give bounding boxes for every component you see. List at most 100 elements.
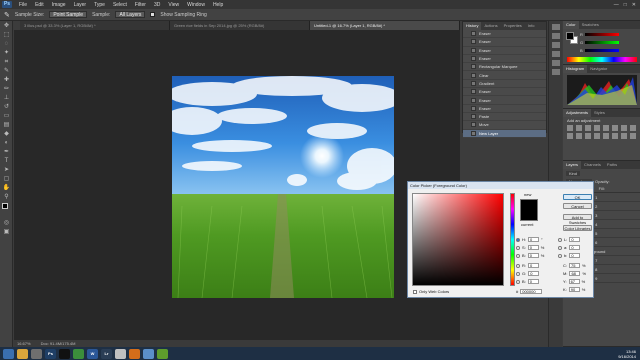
lab-b-field[interactable]: 0 [569, 253, 581, 258]
foreground-color-swatch[interactable] [2, 203, 8, 209]
healing-tool-icon[interactable]: ✚ [2, 76, 11, 84]
lab-a-field[interactable]: 0 [569, 245, 581, 250]
lab-a-radio[interactable] [558, 245, 562, 250]
black-field[interactable]: 90 [568, 287, 580, 292]
only-web-colors-checkbox[interactable] [413, 289, 417, 294]
history-item[interactable]: New Layer [463, 129, 546, 138]
cancel-button[interactable]: Cancel [563, 203, 592, 209]
character-panel-icon[interactable] [552, 69, 560, 75]
color-libraries-button[interactable]: Color Libraries [563, 225, 592, 231]
green-slider[interactable] [585, 41, 619, 44]
eyedropper-tool-icon[interactable]: ✎ [4, 11, 10, 19]
media-player-icon[interactable] [129, 348, 140, 359]
clone-stamp-tool-icon[interactable]: ⊥ [2, 94, 11, 102]
sample-select[interactable]: All Layers [115, 11, 146, 18]
system-clock[interactable]: 13:46 9/16/2014 [618, 349, 640, 359]
menu-layer[interactable]: Layer [70, 2, 91, 8]
maximize-button[interactable]: □ [624, 2, 627, 8]
lab-l-field[interactable]: 0 [569, 237, 581, 242]
eyedropper-icon[interactable]: ✎ [2, 67, 11, 75]
exposure-icon[interactable] [594, 125, 600, 131]
black-white-icon[interactable] [630, 125, 636, 131]
tab-navigator[interactable]: Navigator [587, 65, 610, 73]
minimize-button[interactable]: — [614, 2, 619, 8]
dodge-tool-icon[interactable]: ◐ [2, 139, 11, 147]
filter-kind-select[interactable]: Kind [566, 170, 581, 176]
blue-field[interactable]: 0 [527, 279, 539, 284]
blue-radio[interactable] [516, 279, 520, 284]
document-image[interactable] [172, 76, 394, 298]
magenta-field[interactable]: 68 [569, 271, 581, 276]
invert-icon[interactable] [594, 133, 600, 139]
history-item[interactable]: Move [463, 121, 546, 130]
eraser-tool-icon[interactable]: ▭ [2, 112, 11, 120]
color-panel-fg-swatch[interactable] [566, 32, 574, 40]
menu-help[interactable]: Help [209, 2, 227, 8]
nvidia-icon[interactable] [157, 348, 168, 359]
doc-tab-3[interactable]: Untitled-1 @ 16.7% (Layer 1, RGB/8#) * [310, 21, 460, 30]
nero-icon[interactable] [59, 348, 70, 359]
close-button[interactable]: ✕ [632, 2, 636, 8]
color-ramp[interactable] [567, 57, 637, 62]
actions-panel-icon[interactable] [552, 33, 560, 39]
quick-select-tool-icon[interactable]: ✦ [2, 49, 11, 57]
ok-button[interactable]: OK [563, 194, 592, 200]
red-radio[interactable] [516, 263, 520, 268]
brush-panel-icon[interactable] [552, 60, 560, 66]
marquee-tool-icon[interactable]: ⬚ [2, 31, 11, 39]
menu-type[interactable]: Type [90, 2, 109, 8]
quick-mask-icon[interactable]: ◎ [2, 219, 11, 227]
menu-file[interactable]: File [15, 2, 31, 8]
menu-edit[interactable]: Edit [31, 2, 48, 8]
menu-view[interactable]: View [164, 2, 183, 8]
path-select-tool-icon[interactable]: ➤ [2, 166, 11, 174]
media-icon[interactable] [31, 348, 42, 359]
red-field[interactable]: 0 [528, 263, 539, 268]
blue-slider[interactable] [585, 49, 619, 52]
brightness-field[interactable]: 0 [527, 253, 539, 258]
lasso-tool-icon[interactable]: ◌ [2, 40, 11, 48]
history-item[interactable]: Eraser [463, 96, 546, 105]
color-lookup-icon[interactable] [585, 133, 591, 139]
tab-info[interactable]: Info [525, 22, 538, 30]
crop-tool-icon[interactable]: ⌗ [2, 58, 11, 66]
photoshop-icon[interactable]: Ps [45, 348, 56, 359]
vibrance-icon[interactable] [603, 125, 609, 131]
tab-history[interactable]: History [463, 22, 482, 30]
posterize-icon[interactable] [603, 133, 609, 139]
tab-styles[interactable]: Styles [591, 109, 608, 117]
tab-properties[interactable]: Properties [501, 22, 525, 30]
type-tool-icon[interactable]: T [2, 157, 11, 165]
tab-adjustments[interactable]: Adjustments [563, 109, 592, 117]
add-to-swatches-button[interactable]: Add to Swatches [563, 214, 592, 225]
dialog-title[interactable]: Color Picker (Foreground Color) [408, 182, 593, 189]
hex-field[interactable]: 000000 [520, 289, 543, 294]
saturation-radio[interactable] [516, 245, 520, 250]
lab-l-radio[interactable] [558, 237, 562, 242]
yellow-field[interactable]: 67 [568, 279, 580, 284]
threshold-icon[interactable] [612, 133, 618, 139]
history-item[interactable]: Eraser [463, 105, 546, 113]
green-field[interactable]: 0 [528, 271, 540, 276]
menu-select[interactable]: Select [109, 2, 131, 8]
red-slider[interactable] [585, 33, 619, 36]
history-item[interactable]: Eraser [463, 30, 546, 39]
properties-panel-icon[interactable] [552, 42, 560, 48]
tab-histogram[interactable]: Histogram [563, 65, 588, 73]
menu-filter[interactable]: Filter [131, 2, 150, 8]
pen-tool-icon[interactable]: ✒ [2, 148, 11, 156]
brightness-icon[interactable] [567, 125, 573, 131]
hand-tool-icon[interactable]: ✋ [2, 184, 11, 192]
zoom-tool-icon[interactable]: ⚲ [2, 193, 11, 201]
screen-mode-icon[interactable]: ▣ [2, 228, 11, 236]
brightness-radio[interactable] [516, 253, 520, 258]
move-tool-icon[interactable]: ✥ [2, 22, 11, 30]
sample-size-select[interactable]: Point Sample [49, 11, 88, 18]
gradient-tool-icon[interactable]: ▤ [2, 121, 11, 129]
tab-paths[interactable]: Paths [604, 161, 620, 169]
history-item[interactable]: Eraser [463, 47, 546, 55]
saturation-brightness-field[interactable] [412, 193, 504, 286]
selective-color-icon[interactable] [630, 133, 636, 139]
saturation-field[interactable]: 0 [527, 245, 539, 250]
cyan-field[interactable]: 75 [569, 263, 580, 268]
